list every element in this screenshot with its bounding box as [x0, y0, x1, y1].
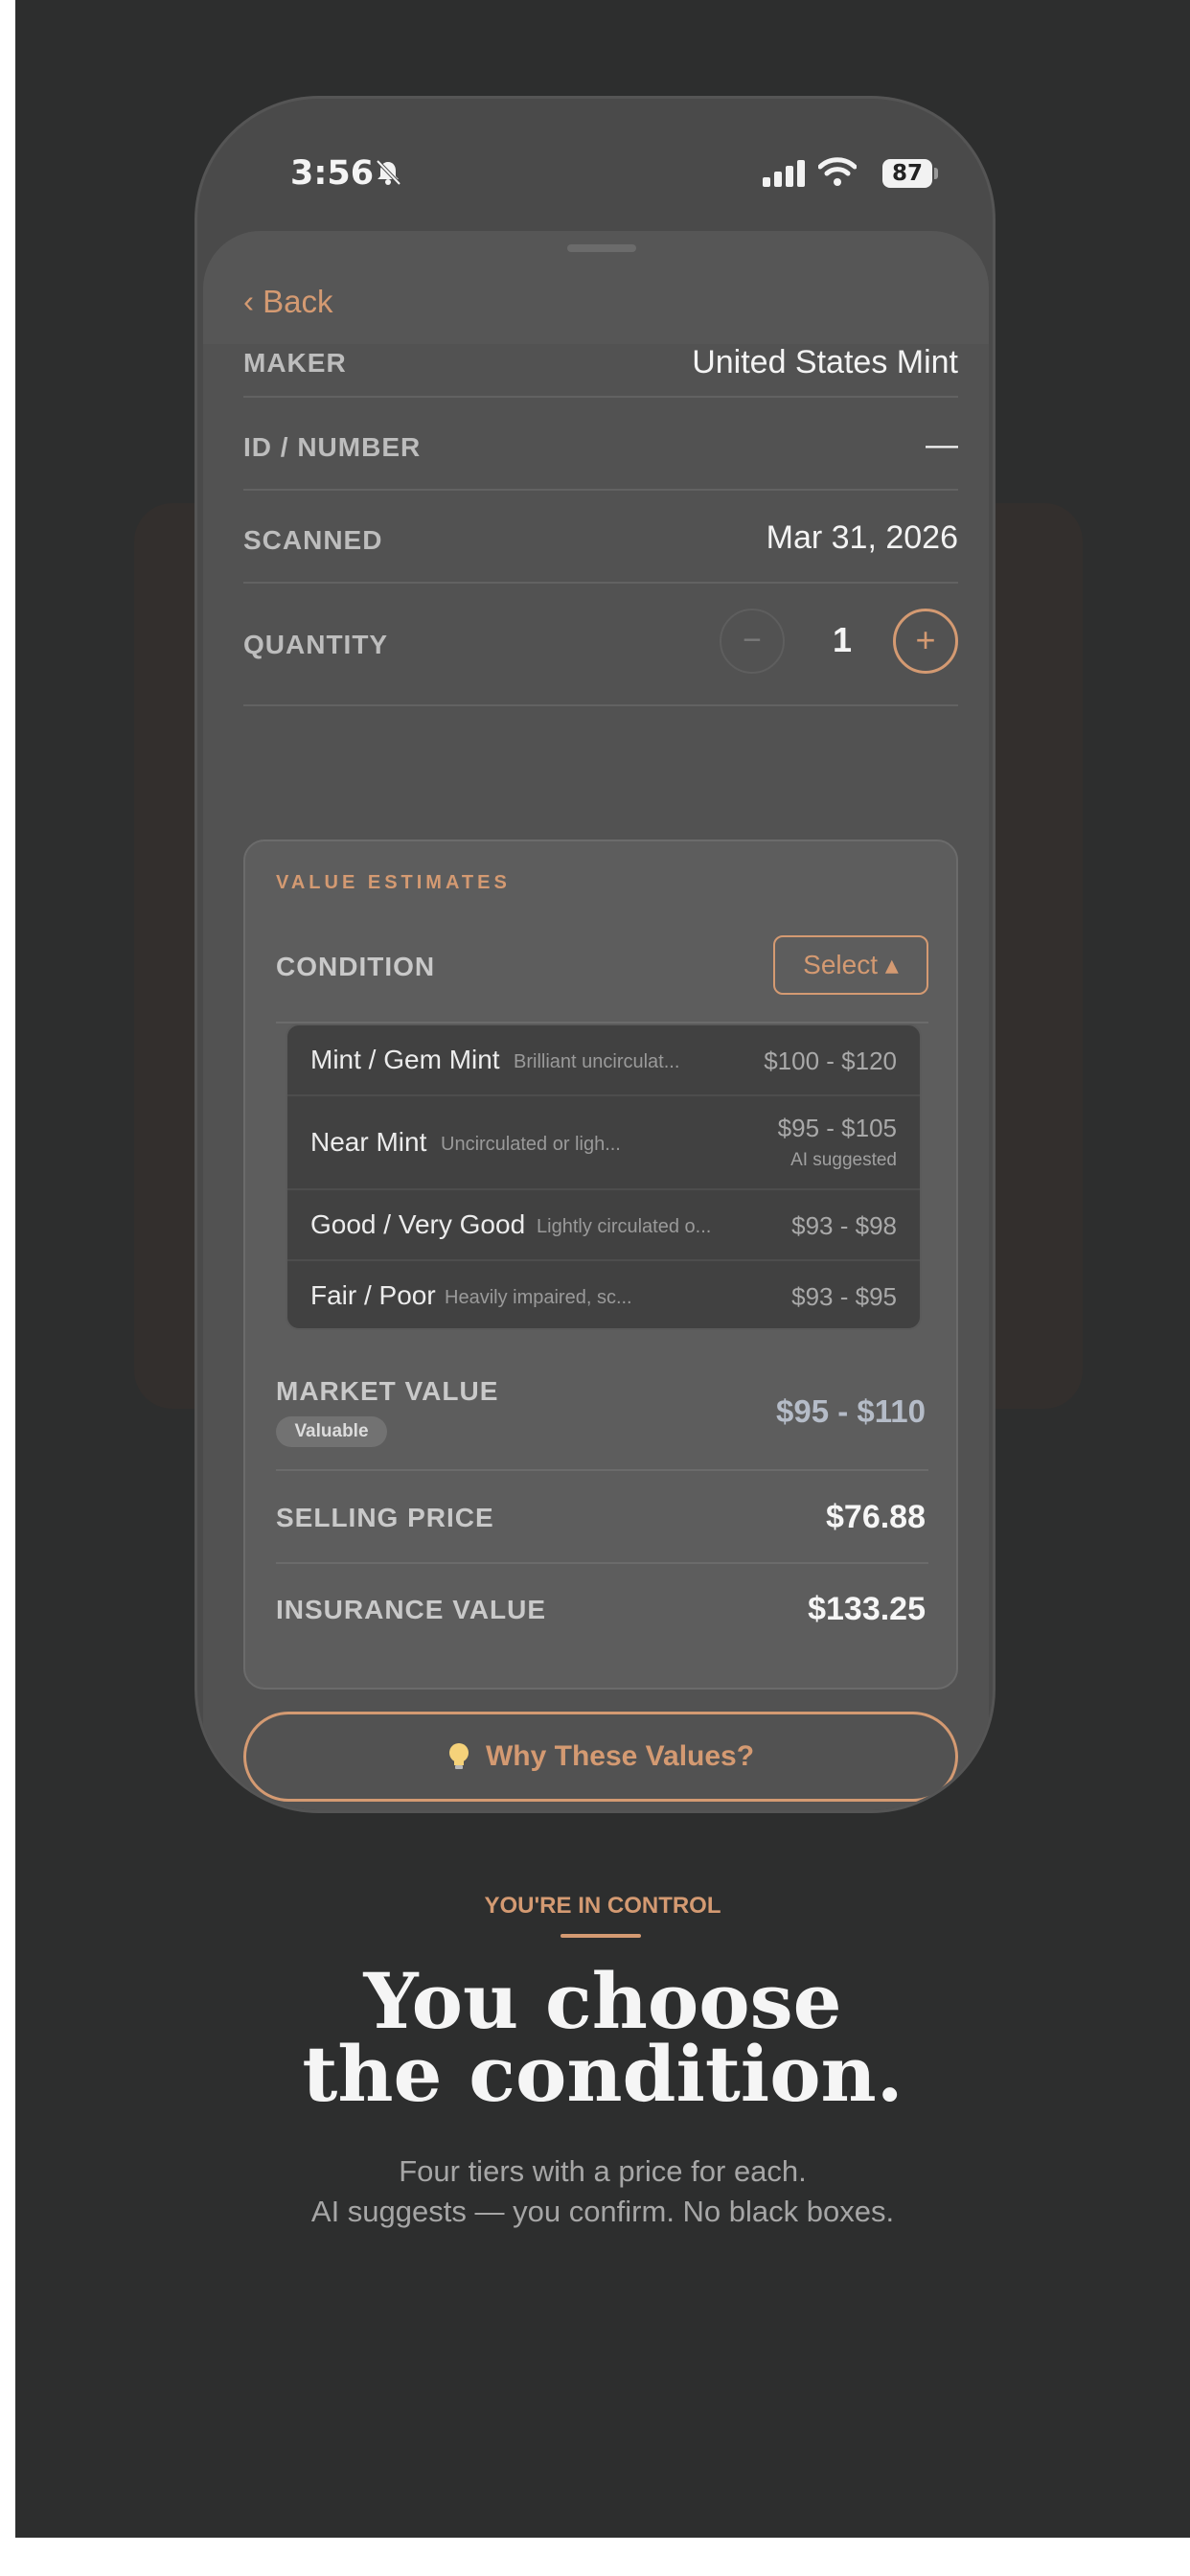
cellular-signal-icon: [763, 160, 805, 187]
selling-price: $76.88: [826, 1499, 926, 1535]
battery-icon: 87: [882, 159, 932, 188]
condition-option-mint[interactable]: Mint / Gem Mint Brilliant uncirculat... …: [287, 1025, 920, 1096]
why-these-values-button[interactable]: Why These Values?: [243, 1712, 958, 1802]
subheadline-line-2: AI suggests — you confirm. No black boxe…: [310, 2195, 895, 2228]
detail-label: ID / NUMBER: [243, 432, 422, 462]
value-estimates-card: VALUE ESTIMATES CONDITION Select ▴ Mint …: [243, 840, 958, 1690]
lightbulb-icon: [448, 1743, 469, 1769]
detail-row-id: ID / NUMBER —: [243, 398, 958, 491]
detail-label: SCANNED: [243, 525, 383, 555]
wifi-icon: [818, 157, 857, 186]
divider: [276, 1562, 928, 1564]
insurance-value-label: INSURANCE VALUE: [276, 1595, 547, 1624]
selling-price-label: SELLING PRICE: [276, 1503, 494, 1532]
detail-row-scanned: SCANNED Mar 31, 2026: [243, 491, 958, 584]
market-value-label: MARKET VALUE: [276, 1376, 499, 1406]
detail-row-maker: MAKER United States Mint: [243, 344, 958, 398]
market-value: $95 - $110: [776, 1393, 926, 1429]
condition-option-good[interactable]: Good / Very Good Lightly circulated o...…: [287, 1190, 920, 1261]
option-name: Mint / Gem Mint: [310, 1045, 500, 1074]
quantity-row: QUANTITY − 1 +: [243, 584, 958, 706]
status-time: 3:56: [290, 154, 375, 193]
subheadline: Four tiers with a price for each. AI sug…: [15, 2151, 1190, 2232]
sheet-grabber[interactable]: [567, 244, 636, 252]
option-name: Good / Very Good: [310, 1209, 526, 1239]
valuable-badge: Valuable: [276, 1416, 387, 1447]
divider: [276, 1469, 928, 1471]
ai-suggested-label: AI suggested: [790, 1150, 897, 1170]
decrement-button[interactable]: −: [720, 609, 785, 674]
why-button-label: Why These Values?: [485, 1740, 755, 1772]
status-bar: 3:56 87: [197, 99, 993, 233]
detail-label: MAKER: [243, 348, 347, 378]
phone-mockup: 3:56 87 ‹ Back MAKER United States Mint …: [195, 96, 995, 1813]
eyebrow-underline: [561, 1934, 641, 1938]
detail-value: United States Mint: [692, 344, 958, 380]
subheadline-line-1: Four tiers with a price for each.: [399, 2154, 807, 2188]
detail-value: —: [926, 426, 958, 463]
option-price: $95 - $105: [777, 1114, 897, 1142]
option-price: $93 - $98: [791, 1211, 897, 1240]
canvas: 3:56 87 ‹ Back MAKER United States Mint …: [15, 0, 1190, 2538]
condition-label: CONDITION: [276, 952, 436, 981]
option-description: Lightly circulated o...: [537, 1216, 712, 1237]
option-price: $100 - $120: [764, 1046, 897, 1075]
condition-option-near-mint[interactable]: Near Mint Uncirculated or ligh... $95 - …: [287, 1096, 920, 1190]
headline-line-1: You choose: [363, 1956, 842, 2046]
nav-bar: ‹ Back: [203, 231, 989, 344]
option-description: Heavily impaired, sc...: [445, 1287, 632, 1308]
bell-muted-icon: [376, 159, 401, 186]
option-description: Uncirculated or ligh...: [441, 1134, 621, 1155]
eyebrow-label: YOU'RE IN CONTROL: [484, 1893, 721, 1919]
headline: You choose the condition.: [15, 1956, 1190, 2119]
detail-sheet: ‹ Back MAKER United States Mint ID / NUM…: [203, 231, 989, 1810]
battery-cap: [934, 168, 938, 179]
detail-value: Mar 31, 2026: [766, 519, 958, 556]
quantity-value: 1: [833, 620, 853, 659]
insurance-value: $133.25: [808, 1591, 926, 1627]
option-name: Fair / Poor: [310, 1280, 436, 1310]
option-price: $93 - $95: [791, 1282, 897, 1311]
condition-dropdown: Mint / Gem Mint Brilliant uncirculat... …: [286, 1024, 922, 1330]
quantity-stepper: − 1 +: [243, 609, 958, 679]
option-name: Near Mint: [310, 1127, 427, 1157]
back-button[interactable]: ‹ Back: [243, 284, 333, 320]
card-title: VALUE ESTIMATES: [276, 872, 511, 893]
option-description: Brilliant uncirculat...: [514, 1051, 680, 1072]
condition-option-fair[interactable]: Fair / Poor Heavily impaired, sc... $93 …: [287, 1261, 920, 1330]
headline-line-2: the condition.: [302, 2029, 904, 2119]
condition-select-button[interactable]: Select ▴: [773, 935, 928, 995]
increment-button[interactable]: +: [893, 609, 958, 674]
